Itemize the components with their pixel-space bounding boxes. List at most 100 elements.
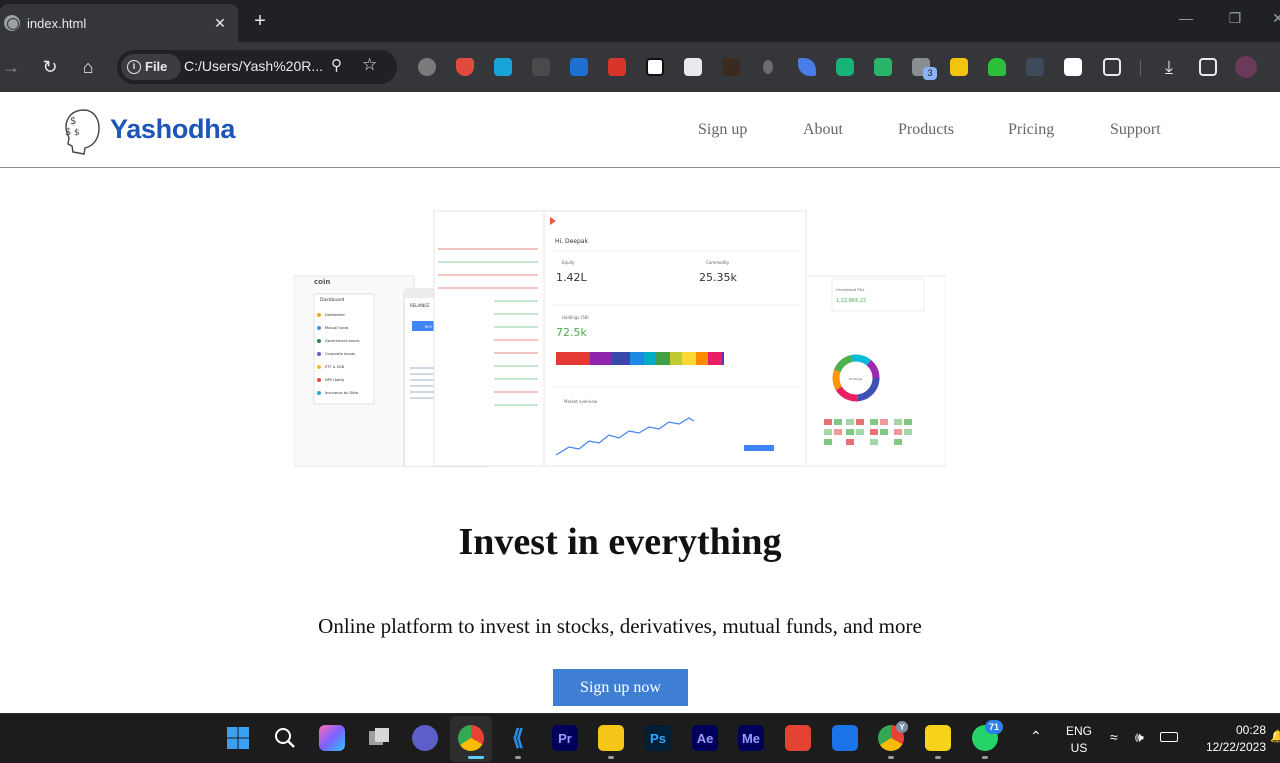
clock-time[interactable]: 00:28 (1196, 723, 1266, 737)
notion-extension-icon[interactable] (646, 58, 664, 76)
browser-tab-strip: index.html ✕ + — ❐ ✕ (0, 0, 1280, 42)
coin-sidebar-item: Mutual funds (325, 326, 349, 330)
volume-icon[interactable]: 🕪 (1135, 729, 1144, 746)
windows-taskbar: ⟪ Pr Ps Ae Me Y 71 ⌃ ENG US ≈ 🕪 00:28 12… (0, 713, 1280, 763)
ticket-title: RELIANCE (410, 303, 430, 308)
sticky-notes-running-indicator (935, 756, 941, 759)
coin-sidebar-item: Government bonds (325, 339, 360, 343)
coin-sidebar-title: Dashboard (320, 297, 345, 303)
home-icon[interactable]: ⌂ (77, 56, 99, 78)
battery-icon[interactable] (1160, 732, 1178, 742)
site-header: $ $ $ Yashodha Sign up About Products Pr… (0, 92, 1280, 168)
checkmark-extension-icon[interactable] (874, 58, 892, 76)
lock-extension-icon[interactable] (763, 60, 773, 74)
zoom-icon[interactable]: ⚲ (331, 56, 342, 74)
language-bottom[interactable]: US (1062, 741, 1096, 755)
chrome-active-indicator (468, 756, 484, 759)
unrealised-label: Unrealised P&L (836, 287, 866, 292)
media-encoder-icon[interactable]: Me (738, 725, 764, 751)
nav-pricing-link[interactable]: Pricing (1008, 121, 1054, 139)
chevron-up-icon[interactable]: ⌃ (1030, 728, 1042, 745)
toolbar-separator (1140, 60, 1141, 76)
market-overview-label: Market overview (564, 399, 598, 404)
nav-support-link[interactable]: Support (1110, 121, 1161, 139)
svg-text:$: $ (74, 128, 80, 138)
coin-sidebar-item: Dashboard (325, 313, 345, 317)
todoist-extension-icon[interactable] (608, 58, 626, 76)
padlock-extension-icon[interactable] (988, 58, 1006, 76)
vscode-icon[interactable]: ⟪ (505, 725, 531, 751)
holdings-value: 72.5k (556, 326, 587, 339)
file-explorer-icon[interactable] (598, 725, 624, 751)
folder-extension-icon[interactable] (950, 58, 968, 76)
nav-about-link[interactable]: About (803, 121, 843, 139)
hex-extension-icon[interactable] (836, 58, 854, 76)
info-icon: i (127, 60, 141, 74)
downloads-icon[interactable]: ⤓ (1158, 56, 1180, 78)
profile-avatar[interactable] (1235, 56, 1257, 78)
shield-extension-icon[interactable] (456, 58, 474, 76)
unrealised-value: 1,22,865.22 (836, 298, 866, 304)
copilot-icon[interactable] (319, 725, 345, 751)
search-icon[interactable] (272, 725, 298, 751)
restore-icon[interactable]: ❐ (1225, 10, 1245, 27)
url-text[interactable]: C:/Users/Yash%20R... (184, 58, 323, 74)
teams-chat-icon[interactable] (412, 725, 438, 751)
blue-app-icon[interactable] (832, 725, 858, 751)
puzzle-extension-icon[interactable] (570, 58, 588, 76)
photoshop-icon[interactable]: Ps (645, 725, 671, 751)
chrome-profile-running-indicator (888, 756, 894, 759)
scheme-label: File (145, 59, 168, 74)
signup-now-button[interactable]: Sign up now (553, 669, 688, 706)
side-panel-icon[interactable] (1199, 58, 1217, 76)
s-extension-icon[interactable] (1064, 58, 1082, 76)
chrome-icon[interactable] (458, 725, 484, 751)
windows-start-icon[interactable] (225, 725, 251, 751)
avatar-extension-icon[interactable] (722, 58, 740, 76)
forward-icon[interactable]: → (0, 56, 22, 78)
coin-sidebar-item: Insurance by Ditto (325, 391, 358, 395)
coin-sidebar-item: Corporate bonds (325, 352, 355, 356)
coin-sidebar-item: NPS (beta) (325, 378, 345, 382)
bookmark-star-icon[interactable]: ☆ (362, 55, 377, 75)
new-tab-button[interactable]: + (250, 9, 270, 33)
after-effects-icon[interactable]: Ae (692, 725, 718, 751)
window-close-icon[interactable]: ✕ (1268, 10, 1280, 27)
holdings-color-bar (556, 352, 724, 365)
sh-extension-icon[interactable] (684, 58, 702, 76)
browser-tab[interactable]: index.html ✕ (0, 4, 238, 42)
task-view-icon[interactable] (366, 725, 392, 751)
clock-date[interactable]: 12/22/2023 (1196, 740, 1266, 754)
nav-signup-link[interactable]: Sign up (698, 121, 747, 139)
equity-value: 1.42L (556, 271, 587, 284)
chrome-profile-badge: Y (896, 721, 908, 733)
gear-extension-icon[interactable] (418, 58, 436, 76)
extensions-puzzle-icon[interactable] (1103, 58, 1121, 76)
reload-icon[interactable]: ↻ (39, 56, 61, 78)
nav-products-link[interactable]: Products (898, 121, 954, 139)
language-top[interactable]: ENG (1062, 724, 1096, 738)
dashboard-preview-image: coin Dashboard Dashboard Mutual funds Go… (294, 210, 946, 467)
sticky-notes-icon[interactable] (925, 725, 951, 751)
notification-bell-icon[interactable]: 🔔 (1270, 729, 1280, 743)
whatsapp-running-indicator (982, 756, 988, 759)
svg-text:$: $ (65, 127, 71, 138)
premiere-pro-icon[interactable]: Pr (552, 725, 578, 751)
minimize-icon[interactable]: — (1176, 10, 1196, 26)
download-extension-icon[interactable] (532, 58, 550, 76)
hero-title: Invest in everything (458, 521, 782, 563)
head-logo-icon: $ $ $ (65, 109, 100, 155)
whatsapp-badge: 71 (985, 720, 1003, 734)
globe-icon (4, 15, 20, 31)
coin-brand-text: coin (314, 278, 330, 286)
address-bar[interactable]: i File C:/Users/Yash%20R... ⚲ ☆ (117, 50, 397, 84)
screenshot-extension-icon[interactable] (494, 58, 512, 76)
wifi-icon[interactable]: ≈ (1110, 729, 1118, 745)
todoist-icon[interactable] (785, 725, 811, 751)
rocket-extension-icon[interactable] (798, 58, 816, 76)
brand-logo[interactable]: Yashodha (110, 114, 235, 145)
tab-close-button[interactable]: ✕ (208, 15, 232, 32)
pixel-extension-icon[interactable] (1026, 58, 1044, 76)
extension-badge: 3 (923, 67, 937, 80)
site-info-chip[interactable]: i File (121, 54, 181, 80)
